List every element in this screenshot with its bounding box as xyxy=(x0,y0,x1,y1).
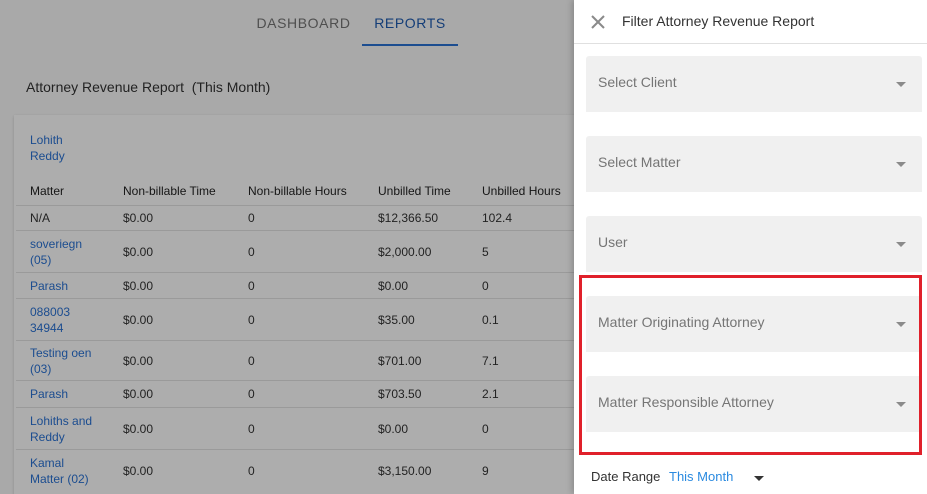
matter-responsible-attorney-dropdown[interactable]: Matter Responsible Attorney xyxy=(586,376,922,432)
date-range-select[interactable]: This Month xyxy=(669,469,733,484)
matter-originating-attorney-label: Matter Originating Attorney xyxy=(598,314,765,330)
select-client-label: Select Client xyxy=(598,74,677,90)
date-range-dropdown-icon[interactable] xyxy=(754,476,764,481)
user-label: User xyxy=(598,234,628,250)
select-matter-dropdown[interactable]: Select Matter xyxy=(586,136,922,192)
close-icon[interactable] xyxy=(588,12,608,32)
date-range-label: Date Range xyxy=(591,469,661,484)
matter-responsible-attorney-label: Matter Responsible Attorney xyxy=(598,394,774,410)
dropdown-arrow-icon xyxy=(896,322,906,327)
drawer-title: Filter Attorney Revenue Report xyxy=(622,13,815,29)
drawer-header: Filter Attorney Revenue Report xyxy=(574,0,927,44)
dropdown-arrow-icon xyxy=(896,242,906,247)
dropdown-arrow-icon xyxy=(896,402,906,407)
select-matter-label: Select Matter xyxy=(598,154,681,170)
dropdown-arrow-icon xyxy=(896,162,906,167)
filter-drawer: Filter Attorney Revenue Report Select Cl… xyxy=(574,0,927,494)
select-client-dropdown[interactable]: Select Client xyxy=(586,56,922,112)
user-dropdown[interactable]: User xyxy=(586,216,922,272)
dropdown-arrow-icon xyxy=(896,82,906,87)
matter-originating-attorney-dropdown[interactable]: Matter Originating Attorney xyxy=(586,296,922,352)
